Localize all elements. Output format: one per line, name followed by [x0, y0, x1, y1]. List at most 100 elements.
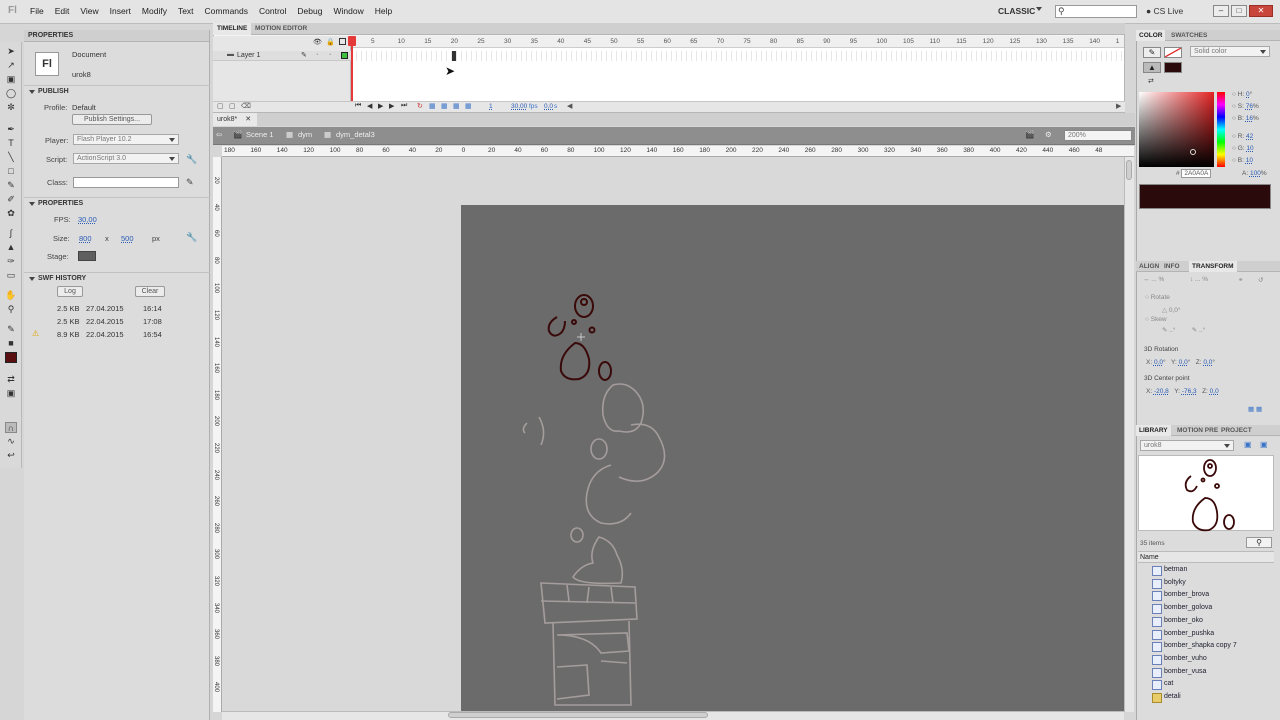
- copy-transform-icon[interactable]: ▦ ▦: [1248, 405, 1262, 413]
- menu-edit[interactable]: Edit: [55, 6, 70, 16]
- dot-icon[interactable]: ·: [316, 51, 318, 58]
- script-select[interactable]: ActionScript 3.0: [73, 153, 179, 164]
- menu-debug[interactable]: Debug: [297, 6, 322, 16]
- breadcrumb-symbol[interactable]: dym_detal3: [336, 130, 375, 139]
- new-library-icon[interactable]: ▣: [1260, 440, 1268, 449]
- edit-scene-icon[interactable]: 🎬: [1025, 130, 1034, 139]
- pencil-icon[interactable]: ✎: [5, 180, 17, 191]
- menu-modify[interactable]: Modify: [142, 6, 167, 16]
- fps-value[interactable]: 30,00: [78, 215, 97, 224]
- height-value[interactable]: 500: [121, 234, 134, 243]
- edit-multiple-icon[interactable]: ▦: [465, 102, 472, 110]
- delete-icon[interactable]: ⌫: [241, 102, 251, 110]
- loop-icon[interactable]: ↻: [417, 102, 423, 110]
- fps-readout[interactable]: 30,00: [511, 103, 527, 110]
- library-item[interactable]: bomber_pushka: [1138, 628, 1274, 641]
- snap-to-objects-icon[interactable]: ∩: [5, 422, 17, 433]
- help-search-input[interactable]: [1055, 5, 1137, 18]
- fill-bucket-icon[interactable]: ▲: [1143, 62, 1161, 73]
- straighten-icon[interactable]: ↩: [5, 450, 17, 461]
- color-picker[interactable]: [1139, 92, 1214, 167]
- edit-size-icon[interactable]: 🔧: [186, 232, 197, 243]
- playhead-handle[interactable]: [348, 36, 356, 46]
- breadcrumb-scene[interactable]: Scene 1: [246, 130, 274, 139]
- b-value[interactable]: 16: [1246, 115, 1253, 122]
- deco-icon[interactable]: ✿: [5, 208, 17, 219]
- new-layer-icon[interactable]: ▢: [217, 102, 224, 110]
- library-item[interactable]: bomber_golova: [1138, 602, 1274, 615]
- library-item[interactable]: boltyky: [1138, 577, 1274, 590]
- play-icon[interactable]: ▶: [378, 102, 383, 110]
- onion-outline-icon[interactable]: ▦: [453, 102, 460, 110]
- hex-input[interactable]: 2A0A0A: [1181, 169, 1212, 178]
- rectangle-tool-icon[interactable]: □: [5, 166, 17, 177]
- swap-colors-icon[interactable]: ⇄: [5, 374, 17, 385]
- width-value[interactable]: 800: [79, 234, 92, 243]
- log-button[interactable]: Log: [57, 286, 83, 297]
- class-input[interactable]: [73, 177, 179, 188]
- g-value[interactable]: 10: [1246, 145, 1253, 152]
- stroke-color-icon[interactable]: ✎: [1143, 47, 1161, 58]
- outline-icon[interactable]: [339, 38, 346, 45]
- library-item[interactable]: bomber_vusa: [1138, 666, 1274, 679]
- rotate-option[interactable]: ○ Rotate: [1145, 294, 1170, 301]
- menu-window[interactable]: Window: [333, 6, 363, 16]
- properties-section[interactable]: PROPERTIES: [24, 197, 210, 208]
- library-item[interactable]: bomber_vuho: [1138, 653, 1274, 666]
- frame-row[interactable]: [352, 51, 1124, 61]
- s-value[interactable]: 76: [1246, 103, 1253, 110]
- layer-color-box[interactable]: [341, 52, 348, 59]
- eyedropper-icon[interactable]: ✑: [5, 256, 17, 267]
- skew-option[interactable]: ○ Skew: [1145, 316, 1167, 323]
- goto-last-icon[interactable]: ⏭: [401, 102, 407, 110]
- eraser-icon[interactable]: ▭: [5, 270, 17, 281]
- fill-color-icon[interactable]: ■: [5, 338, 17, 349]
- stroke-swatch[interactable]: [1164, 47, 1182, 58]
- current-frame[interactable]: 1: [489, 103, 493, 110]
- tab-color[interactable]: COLOR: [1136, 30, 1166, 41]
- eye-icon[interactable]: 👁: [313, 38, 322, 46]
- new-folder-icon[interactable]: ▢: [229, 102, 236, 110]
- default-colors-icon[interactable]: ▣: [5, 388, 17, 399]
- properties-tab[interactable]: PROPERTIES: [24, 30, 209, 42]
- center-frame-icon[interactable]: ▦: [429, 102, 436, 110]
- ry-value[interactable]: 0,0: [1179, 359, 1188, 366]
- swf-history-section[interactable]: SWF HISTORY: [24, 272, 210, 283]
- time-readout[interactable]: 0,0: [544, 103, 553, 110]
- library-document-select[interactable]: urok8: [1140, 440, 1234, 451]
- menu-insert[interactable]: Insert: [110, 6, 131, 16]
- library-item[interactable]: bomber_brova: [1138, 589, 1274, 602]
- pen-icon[interactable]: ✒: [5, 124, 17, 135]
- subselection-tool-icon[interactable]: ↗: [5, 60, 17, 71]
- wrench-icon[interactable]: 🔧: [186, 154, 197, 165]
- edit-symbol-icon[interactable]: ⚙: [1045, 130, 1052, 139]
- menu-file[interactable]: File: [30, 6, 44, 16]
- publish-section[interactable]: PUBLISH: [24, 85, 210, 96]
- layer-name[interactable]: Layer 1: [237, 52, 260, 59]
- step-back-icon[interactable]: ◀: [367, 102, 372, 110]
- clear-button[interactable]: Clear: [135, 286, 165, 297]
- layer-row[interactable]: ▬ Layer 1 ✎ · ·: [213, 51, 351, 61]
- color-type-select[interactable]: Solid color: [1190, 46, 1270, 57]
- fill-swatch[interactable]: [5, 352, 17, 363]
- step-forward-icon[interactable]: ▶: [389, 102, 394, 110]
- pin-library-icon[interactable]: ▣: [1244, 440, 1252, 449]
- tab-project[interactable]: PROJECT: [1218, 425, 1255, 436]
- menu-commands[interactable]: Commands: [205, 6, 248, 16]
- alpha-value[interactable]: 100: [1250, 170, 1261, 177]
- cs-live-button[interactable]: ● CS Live: [1146, 6, 1183, 16]
- hand-icon[interactable]: ✋: [5, 290, 17, 301]
- library-search-icon[interactable]: ⚲: [1246, 537, 1272, 548]
- fill-swatch[interactable]: [1164, 62, 1182, 73]
- swap-colors-icon[interactable]: ⇄: [1148, 77, 1154, 85]
- cz-value[interactable]: 0,0: [1210, 388, 1219, 395]
- tab-info[interactable]: INFO: [1161, 261, 1183, 272]
- library-item[interactable]: betman: [1138, 564, 1274, 577]
- bone-icon[interactable]: ∫: [5, 228, 17, 239]
- paint-bucket-icon[interactable]: ▲: [5, 242, 17, 253]
- menu-help[interactable]: Help: [375, 6, 392, 16]
- rx-value[interactable]: 0,0: [1154, 359, 1163, 366]
- library-item[interactable]: bomber_oko: [1138, 615, 1274, 628]
- library-name-column[interactable]: Name: [1138, 551, 1274, 563]
- horizontal-scroll-thumb[interactable]: [448, 712, 708, 718]
